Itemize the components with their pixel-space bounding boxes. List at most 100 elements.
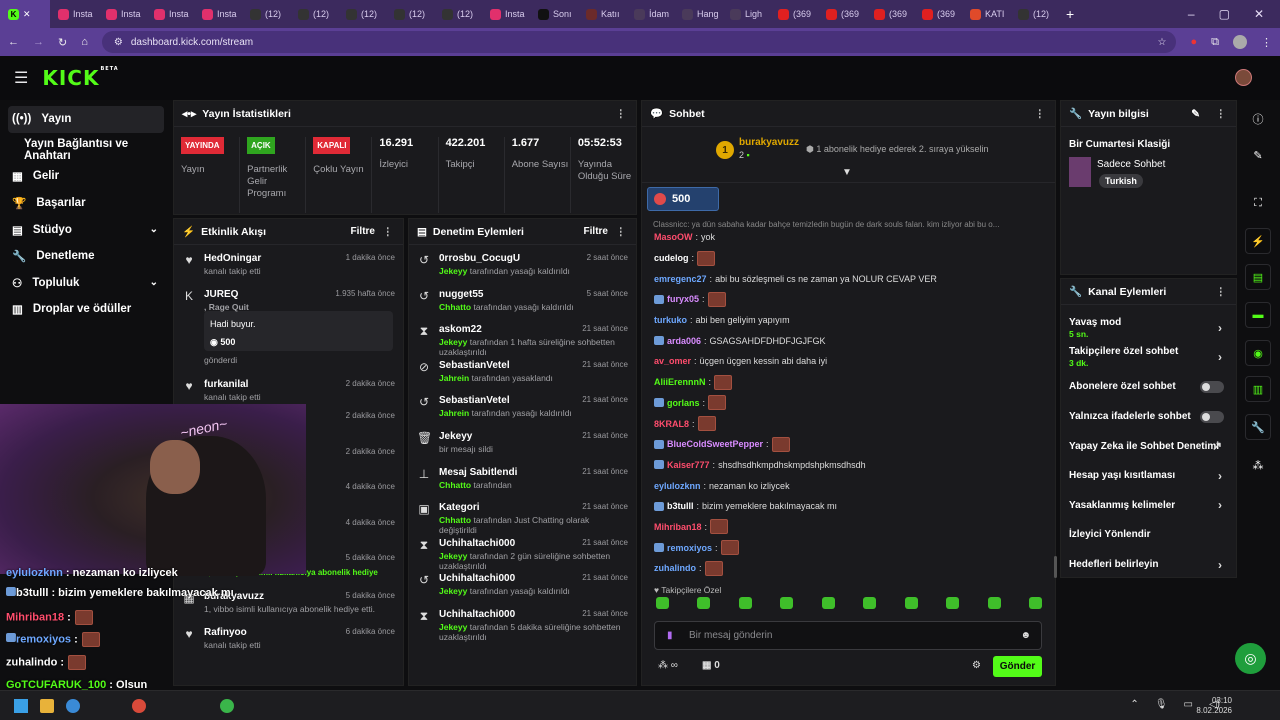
emote-icon[interactable] [987, 597, 1001, 609]
browser-tab[interactable]: Katıı [578, 0, 626, 28]
hamburger-menu-icon[interactable]: ☰ [14, 68, 28, 88]
channel-action[interactable]: Yasaklanmış kelimeler › [1061, 491, 1236, 521]
browser-taskbar-icon[interactable] [66, 699, 80, 713]
channel-action[interactable]: Hesap yaşı kısıtlaması › [1061, 461, 1236, 491]
sidebar-item[interactable]: 🔧 Denetleme [0, 243, 172, 270]
event-username[interactable]: SebastianVetel [439, 360, 553, 371]
sidebar-item[interactable]: ▤ Stüdyo ⌄ [0, 216, 172, 243]
sidebar-item[interactable]: ▥ Droplar ve ödüller [0, 296, 172, 323]
info-icon[interactable]: ⓘ [1245, 106, 1271, 132]
event-username[interactable]: Uchihaltachi000 [439, 573, 570, 584]
mic-tray-icon[interactable]: 🎙 [1155, 699, 1168, 710]
activity-filter-button[interactable]: Filtre [351, 226, 375, 237]
send-button[interactable]: Gönder [993, 656, 1042, 677]
channel-action[interactable]: Hedefleri belirleyin › [1061, 550, 1236, 580]
channel-action[interactable]: Abonelere özel sohbet [1061, 372, 1236, 402]
browser-tab[interactable]: (12) [1010, 0, 1058, 28]
event-username[interactable]: Mesaj Sabitlendi [439, 467, 517, 478]
moderator-name[interactable]: Jekeyy [439, 622, 467, 632]
chevron-right-icon[interactable]: › [1218, 321, 1222, 335]
sidebar-item[interactable]: ((•)) Yayın [8, 106, 164, 133]
browser-menu-icon[interactable]: ⋮ [1261, 36, 1272, 49]
moderator-name[interactable]: Chhatto [439, 515, 471, 525]
event-username[interactable]: furkanilal [204, 379, 261, 390]
channel-action[interactable]: Yapay Zeka ile Sohbet Denetimi ↗ [1061, 431, 1236, 461]
browser-tab[interactable]: (12) [242, 0, 290, 28]
user-avatar[interactable] [1235, 69, 1252, 86]
chat-message-input[interactable]: ▮ Bir mesaj gönderin ☻ [654, 621, 1042, 650]
more-options-icon[interactable]: ⋮ [1216, 108, 1227, 120]
chrome-taskbar-icon[interactable] [132, 699, 146, 713]
browser-tab[interactable]: Insta [98, 0, 146, 28]
browser-tab[interactable]: Insta [482, 0, 530, 28]
browser-tab[interactable]: KATI [962, 0, 1010, 28]
home-icon[interactable]: ⌂ [81, 36, 88, 48]
back-icon[interactable]: ← [8, 36, 19, 48]
moderator-name[interactable]: Chhatto [439, 302, 471, 312]
browser-tab[interactable]: (369 [866, 0, 914, 28]
close-icon[interactable]: ✕ [1254, 7, 1264, 21]
chevron-right-icon[interactable]: › [1218, 558, 1222, 572]
channel-action[interactable]: Yavaş mod 5 sn. › [1061, 313, 1236, 343]
reload-icon[interactable]: ↻ [58, 36, 67, 49]
maximize-icon[interactable]: ▢ [1219, 7, 1230, 21]
add-widget-icon[interactable]: ⁂ [1245, 452, 1271, 478]
spotify-taskbar-icon[interactable] [220, 699, 234, 713]
browser-tab[interactable]: (369 [818, 0, 866, 28]
chat-username[interactable]: gorlans [667, 398, 700, 408]
gift-infinity-icon[interactable]: ⁂ ∞ [658, 660, 678, 671]
more-options-icon[interactable]: ⋮ [616, 108, 627, 120]
network-icon[interactable]: ▭ [1184, 699, 1193, 710]
moderator-name[interactable]: Jekeyy [439, 337, 467, 347]
event-username[interactable]: HedOningar [204, 253, 261, 264]
browser-tab[interactable]: İdam [626, 0, 674, 28]
document-icon[interactable]: ▤ [1245, 264, 1271, 290]
browser-tab[interactable]: Sonı [530, 0, 578, 28]
chat-username[interactable]: cudelog [654, 253, 689, 263]
browser-tab[interactable]: (12) [290, 0, 338, 28]
kick-logo[interactable]: KICKBETA [42, 66, 118, 90]
chat-settings-icon[interactable]: ⚙ [972, 660, 981, 671]
points-counter[interactable]: ▦ 0 [702, 660, 720, 671]
chat-username[interactable]: arda006 [667, 336, 701, 346]
toggle-switch[interactable] [1200, 410, 1224, 423]
chat-username[interactable]: Kaiser777 [667, 460, 710, 470]
browser-tab[interactable]: (12) [386, 0, 434, 28]
event-username[interactable]: JUREQ [204, 289, 249, 300]
more-options-icon[interactable]: ⋮ [1035, 108, 1046, 120]
emote-icon[interactable] [738, 597, 752, 609]
chat-username[interactable]: Mihriban18 [654, 522, 702, 532]
extensions-puzzle-icon[interactable]: ⧉ [1211, 36, 1219, 49]
minimize-icon[interactable]: – [1188, 7, 1195, 21]
chat-username[interactable]: eylulozknn [654, 481, 701, 491]
channel-action[interactable]: Yalnızca ifadelerle sohbet [1061, 402, 1236, 432]
microphone-icon[interactable]: ▮ [667, 630, 673, 641]
emote-icon[interactable] [780, 597, 794, 609]
toggle-switch[interactable] [1200, 380, 1224, 393]
bookmark-star-icon[interactable]: ☆ [1158, 37, 1167, 48]
moderator-name[interactable]: Chhatto [439, 480, 471, 490]
more-options-icon[interactable]: ⋮ [616, 226, 627, 238]
channel-action[interactable]: Takipçilere özel sohbet 3 dk. › [1061, 343, 1236, 373]
url-field[interactable]: ⚙ dashboard.kick.com/stream ☆ [101, 31, 1177, 53]
moderator-name[interactable]: Jekeyy [439, 551, 467, 561]
event-username[interactable]: 0rrosbu_CocugU [439, 253, 570, 264]
chat-username[interactable]: AliiErennnN [654, 377, 706, 387]
event-username[interactable]: Rafinyoo [204, 627, 261, 638]
chevron-right-icon[interactable]: › [1218, 498, 1222, 512]
chat-username[interactable]: BlueColdSweetPepper [667, 439, 763, 449]
chat-icon[interactable]: ▬ [1245, 302, 1271, 328]
emote-icon[interactable] [821, 597, 835, 609]
browser-tab[interactable]: (12) [338, 0, 386, 28]
browser-tab[interactable]: Insta [194, 0, 242, 28]
browser-tab[interactable]: Insta [50, 0, 98, 28]
moderator-name[interactable]: Jekeyy [439, 586, 467, 596]
moderator-name[interactable]: Jahrein [439, 373, 469, 383]
profile-avatar[interactable] [1233, 35, 1247, 49]
browser-tab[interactable]: (12) [434, 0, 482, 28]
new-tab-button[interactable]: + [1058, 0, 1080, 28]
more-options-icon[interactable]: ⋮ [1216, 286, 1227, 298]
chat-username[interactable]: emregenc27 [654, 274, 707, 284]
browser-tab[interactable]: Hang [674, 0, 722, 28]
emoji-picker-icon[interactable]: ☻ [1020, 630, 1031, 641]
